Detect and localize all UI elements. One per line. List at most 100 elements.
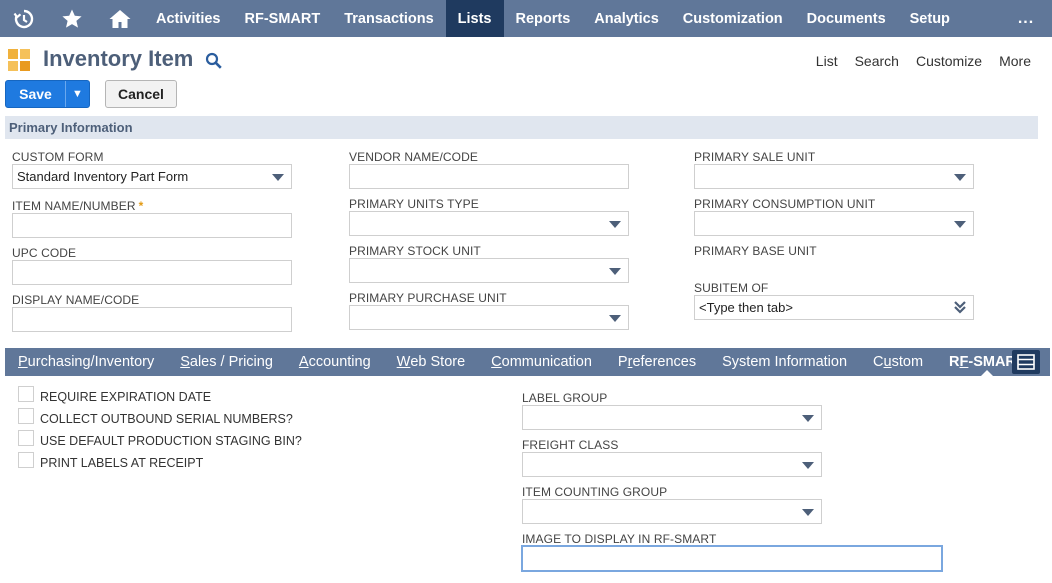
customize-link[interactable]: Customize: [916, 53, 982, 69]
freight-class-label: FREIGHT CLASS: [522, 438, 619, 452]
stock-unit-select[interactable]: [349, 258, 629, 283]
tab-accesskey: P: [18, 354, 28, 370]
double-chevron-down-icon[interactable]: [953, 299, 967, 315]
display-name-label: DISPLAY NAME/CODE: [12, 293, 140, 307]
units-type-label: PRIMARY UNITS TYPE: [349, 197, 479, 211]
nav-item-documents[interactable]: Documents: [795, 0, 898, 37]
tab-accesskey: A: [298, 354, 309, 370]
item-name-label-text: ITEM NAME/NUMBER: [12, 199, 136, 213]
chevron-down-icon: [609, 221, 621, 228]
tab-web-store[interactable]: Web Store: [384, 348, 479, 376]
header-links: List Search Customize More: [816, 53, 1031, 69]
more-link[interactable]: More: [999, 53, 1031, 69]
search-icon[interactable]: [205, 52, 223, 70]
tab-text: eb Store: [410, 354, 466, 370]
nav-item-customization[interactable]: Customization: [671, 0, 795, 37]
require-expiration-checkbox[interactable]: [18, 386, 34, 402]
required-marker: *: [138, 199, 144, 213]
custom-form-select[interactable]: Standard Inventory Part Form: [12, 164, 292, 189]
nav-more-button[interactable]: ...: [1000, 10, 1052, 28]
tab-accesskey: C: [491, 354, 502, 370]
page-title: Inventory Item: [43, 46, 194, 71]
tab-custom[interactable]: Cu stom: [860, 348, 936, 376]
section-primary-information[interactable]: Primary Information: [5, 116, 1038, 139]
custom-form-value: Standard Inventory Part Form: [17, 169, 189, 184]
label-group-label: LABEL GROUP: [522, 391, 608, 405]
search-link[interactable]: Search: [855, 53, 899, 69]
chevron-down-icon: [272, 174, 284, 181]
stock-unit-label: PRIMARY STOCK UNIT: [349, 244, 481, 258]
subitem-of-value: <Type then tab>: [699, 300, 793, 315]
tab-communication[interactable]: Communication: [478, 348, 605, 376]
item-counting-group-label: ITEM COUNTING GROUP: [522, 485, 668, 499]
tab-accesskey: F: [959, 354, 969, 370]
nav-item-analytics[interactable]: Analytics: [582, 0, 670, 37]
custom-form-label: CUSTOM FORM: [12, 150, 104, 164]
nav-item-reports[interactable]: Reports: [504, 0, 583, 37]
nav-item-activities[interactable]: Activities: [144, 0, 232, 37]
item-counting-group-select[interactable]: [522, 499, 822, 524]
save-dropdown-arrow-icon[interactable]: ▼: [66, 81, 89, 107]
save-button[interactable]: Save ▼: [5, 80, 90, 108]
image-display-label: IMAGE TO DISPLAY IN RF-SMART: [522, 532, 717, 546]
tab-text: stom: [891, 354, 924, 370]
tab-text: R: [949, 354, 960, 370]
home-icon[interactable]: [96, 0, 144, 37]
top-nav: Activities RF-SMART Transactions Lists R…: [0, 0, 1052, 37]
tab-system-information[interactable]: System Information: [709, 348, 860, 376]
chevron-down-icon: [954, 174, 966, 181]
base-unit-label: PRIMARY BASE UNIT: [694, 244, 817, 258]
tab-accesskey: S: [180, 354, 190, 370]
print-labels-checkbox[interactable]: [18, 452, 34, 468]
collect-serial-label: COLLECT OUTBOUND SERIAL NUMBERS?: [40, 412, 293, 426]
tab-purchasing-inventory[interactable]: Purchasing/Inventory: [5, 348, 167, 376]
inventory-item-icon: [8, 49, 30, 71]
chevron-down-icon: [802, 509, 814, 516]
nav-item-transactions[interactable]: Transactions: [332, 0, 445, 37]
collect-serial-checkbox[interactable]: [18, 408, 34, 424]
freight-class-select[interactable]: [522, 452, 822, 477]
default-staging-bin-checkbox[interactable]: [18, 430, 34, 446]
tab-text: ales / Pricing: [189, 354, 273, 370]
sale-unit-select[interactable]: [694, 164, 974, 189]
tab-preferences[interactable]: Pr eferences: [605, 348, 709, 376]
image-display-input[interactable]: [521, 545, 943, 572]
nav-item-setup[interactable]: Setup: [898, 0, 962, 37]
item-name-label: ITEM NAME/NUMBER *: [12, 199, 143, 213]
vendor-name-label: VENDOR NAME/CODE: [349, 150, 478, 164]
list-link[interactable]: List: [816, 53, 838, 69]
tab-text: ommunication: [501, 354, 592, 370]
print-labels-label: PRINT LABELS AT RECEIPT: [40, 456, 204, 470]
nav-item-rf-smart[interactable]: RF-SMART: [232, 0, 332, 37]
tab-text: System Information: [722, 354, 848, 370]
subitem-of-input[interactable]: <Type then tab>: [694, 295, 974, 320]
purchase-unit-label: PRIMARY PURCHASE UNIT: [349, 291, 507, 305]
tab-sales-pricing[interactable]: Sales / Pricing: [167, 348, 286, 376]
require-expiration-label: REQUIRE EXPIRATION DATE: [40, 390, 212, 404]
consumption-unit-select[interactable]: [694, 211, 974, 236]
chevron-down-icon: [609, 268, 621, 275]
units-type-select[interactable]: [349, 211, 629, 236]
tab-text: C: [873, 354, 884, 370]
save-button-label[interactable]: Save: [6, 81, 66, 107]
default-staging-bin-label: USE DEFAULT PRODUCTION STAGING BIN?: [40, 434, 302, 448]
tab-accounting[interactable]: Accounting: [286, 348, 384, 376]
label-group-select[interactable]: [522, 405, 822, 430]
tab-text: eferences: [632, 354, 697, 370]
chevron-down-icon: [802, 462, 814, 469]
cancel-button[interactable]: Cancel: [105, 80, 177, 108]
tab-text: P: [617, 354, 628, 370]
collapse-icon[interactable]: [1012, 350, 1040, 374]
history-icon[interactable]: [0, 0, 48, 37]
star-icon[interactable]: [48, 0, 96, 37]
purchase-unit-select[interactable]: [349, 305, 629, 330]
display-name-input[interactable]: [12, 307, 292, 332]
upc-code-input[interactable]: [12, 260, 292, 285]
sale-unit-label: PRIMARY SALE UNIT: [694, 150, 816, 164]
subitem-of-label: SUBITEM OF: [694, 281, 769, 295]
tab-text: urchasing/Inventory: [27, 354, 155, 370]
vendor-name-input[interactable]: [349, 164, 629, 189]
upc-code-label: UPC CODE: [12, 246, 77, 260]
nav-item-lists[interactable]: Lists: [445, 0, 504, 37]
item-name-input[interactable]: [12, 213, 292, 238]
